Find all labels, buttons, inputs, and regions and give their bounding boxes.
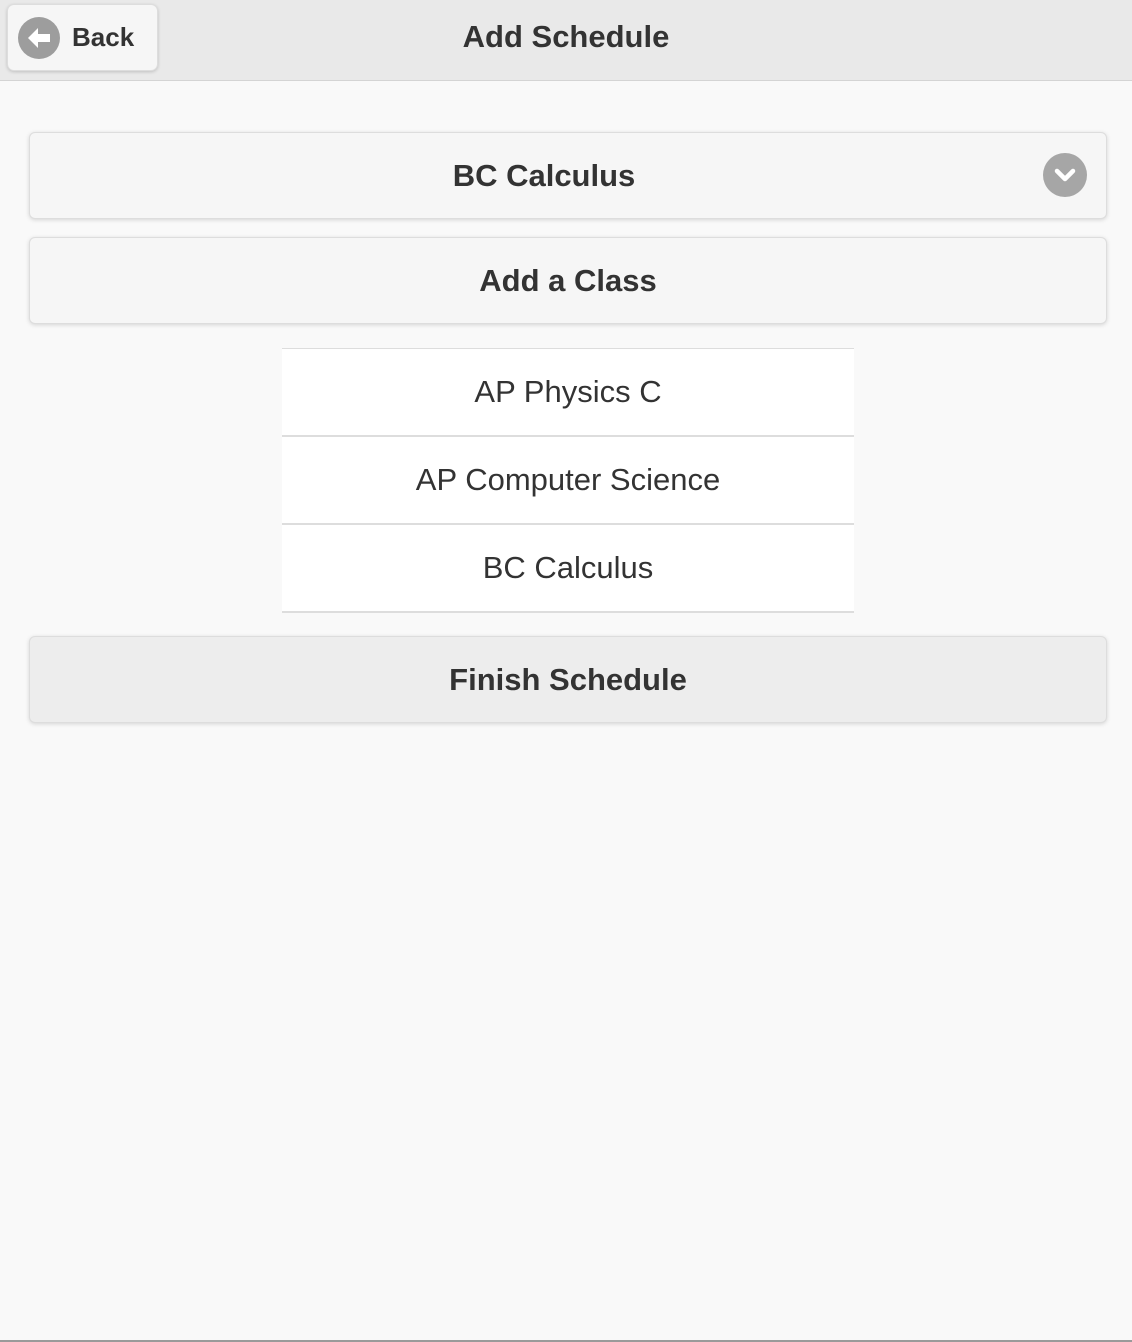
page-title: Add Schedule — [462, 19, 670, 54]
header-bar: Back Add Schedule — [0, 0, 1132, 81]
list-item[interactable]: BC Calculus — [282, 525, 854, 613]
class-select-value: BC Calculus — [452, 158, 636, 193]
list-item[interactable]: AP Computer Science — [282, 437, 854, 525]
chevron-down-icon — [1043, 153, 1087, 197]
class-select[interactable]: BC Calculus — [29, 132, 1107, 219]
finish-schedule-button[interactable]: Finish Schedule — [29, 636, 1107, 723]
list-item[interactable]: AP Physics C — [282, 349, 854, 437]
add-class-button[interactable]: Add a Class — [29, 237, 1107, 324]
page: Back Add Schedule BC Calculus Add a Clas… — [0, 0, 1132, 1342]
class-list: AP Physics C AP Computer Science BC Calc… — [282, 348, 854, 613]
